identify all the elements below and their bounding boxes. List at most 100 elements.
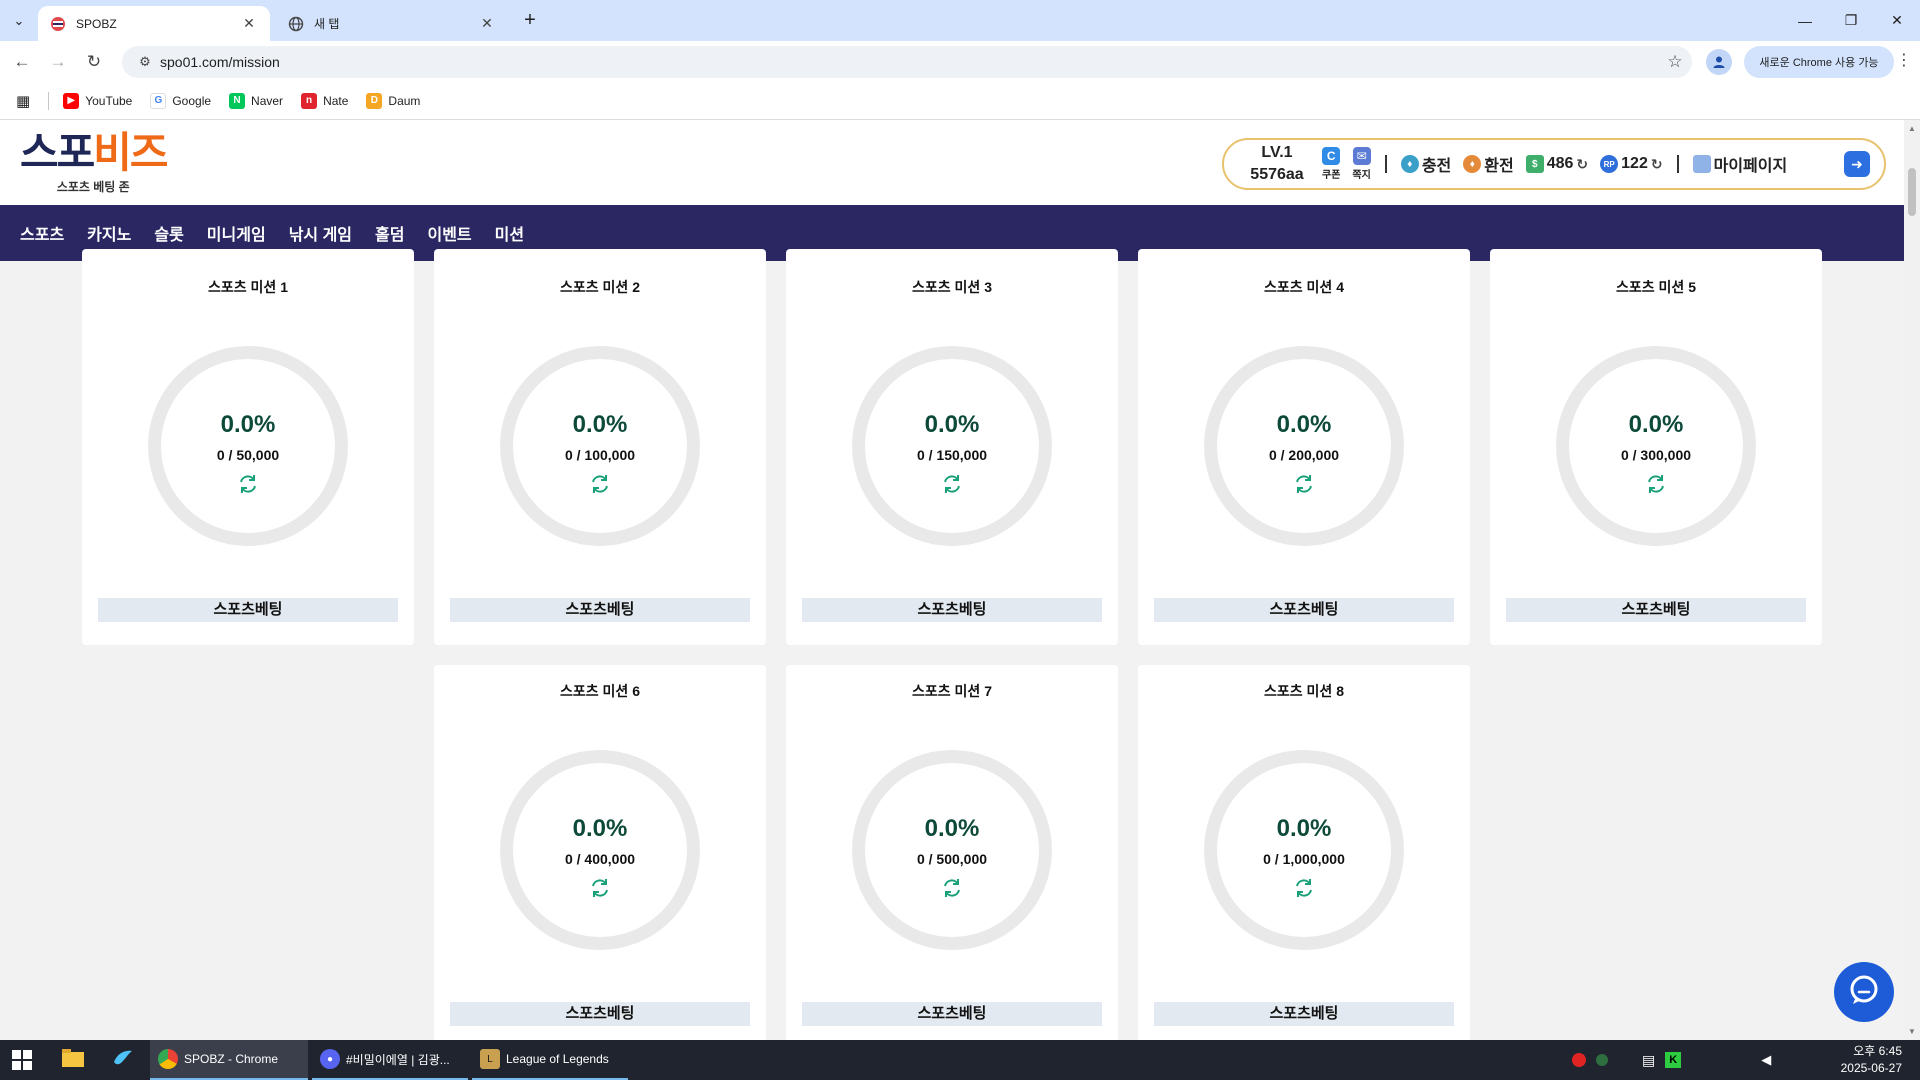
nav-item-holdem[interactable]: 홀덤 xyxy=(375,221,404,245)
bookmark-naver[interactable]: N Naver xyxy=(229,92,283,109)
windows-start-icon[interactable] xyxy=(12,1050,32,1073)
taskbar-item-label: SPOBZ - Chrome xyxy=(184,1052,279,1066)
refresh-icon[interactable] xyxy=(161,473,335,495)
logout-icon[interactable]: ➜ xyxy=(1844,151,1870,177)
progress-percent: 0.0% xyxy=(220,411,276,438)
discord-icon: ● xyxy=(320,1049,340,1069)
coupon-icon: C xyxy=(1322,147,1341,165)
kakao-icon[interactable]: K xyxy=(1665,1052,1682,1068)
mypage-link[interactable]: 마이페이지 xyxy=(1692,152,1787,176)
volume-icon[interactable]: ◀ xyxy=(1761,1052,1771,1068)
nav-item-minigame[interactable]: 미니게임 xyxy=(207,221,266,245)
globe-icon xyxy=(288,16,304,32)
tab-title: 새 탭 xyxy=(314,17,340,31)
bird-app-icon[interactable] xyxy=(110,1045,136,1071)
taskbar-item-lol[interactable]: L League of Legends xyxy=(472,1040,628,1080)
scroll-down-icon[interactable]: ▼ xyxy=(1908,1027,1916,1036)
nav-item-fishing[interactable]: 낚시 게임 xyxy=(289,221,352,245)
youtube-icon: ▶ xyxy=(63,92,80,109)
bookmark-label: YouTube xyxy=(85,93,133,108)
taskbar-item-label: #비밀이에열 | 김광... xyxy=(346,1052,450,1067)
minimize-icon[interactable]: — xyxy=(1782,0,1828,41)
site-logo[interactable]: 스포비즈 스포츠 베팅 존 xyxy=(20,130,169,195)
progress-ring: 0.0% 0 / 100,000 xyxy=(500,346,700,546)
deposit-link[interactable]: ♦ 충전 xyxy=(1400,152,1451,176)
bookmark-label: Nate xyxy=(323,93,349,108)
chrome-menu-icon[interactable]: ⋮ xyxy=(1896,50,1912,70)
file-explorer-icon[interactable] xyxy=(60,1045,86,1071)
restore-icon[interactable]: ❐ xyxy=(1828,0,1874,41)
bookmark-google[interactable]: G Google xyxy=(150,92,212,109)
bookmark-daum[interactable]: D Daum xyxy=(366,92,420,109)
forward-icon[interactable]: → xyxy=(45,49,71,75)
new-tab-button[interactable]: + xyxy=(518,8,542,32)
tab-spobz[interactable]: SPOBZ ✕ xyxy=(38,6,270,41)
chevron-down-icon: ⌄ xyxy=(13,13,25,28)
system-tray: ▤ K ◀ xyxy=(1572,1040,1771,1080)
progress-amount: 0 / 200,000 xyxy=(1268,447,1340,463)
mission-card: 스포츠 미션 8 0.0% 0 / 1,000,000 스포츠베팅 xyxy=(1138,665,1470,1040)
back-icon[interactable]: ← xyxy=(9,49,35,75)
league-icon: L xyxy=(480,1049,500,1069)
withdraw-link[interactable]: ♦ 환전 xyxy=(1463,152,1514,176)
refresh-icon[interactable] xyxy=(1217,473,1391,495)
record-icon[interactable] xyxy=(1572,1053,1586,1067)
progress-percent: 0.0% xyxy=(1276,411,1332,438)
nav-item-sports[interactable]: 스포츠 xyxy=(20,221,64,245)
progress-ring: 0.0% 0 / 1,000,000 xyxy=(1204,750,1404,950)
refresh-icon[interactable] xyxy=(513,877,687,899)
close-tab-icon[interactable]: ✕ xyxy=(478,15,496,33)
mission-card: 스포츠 미션 7 0.0% 0 / 500,000 스포츠베팅 xyxy=(786,665,1118,1040)
nav-item-event[interactable]: 이벤트 xyxy=(427,221,471,245)
progress-percent: 0.0% xyxy=(1276,815,1332,842)
bookmark-youtube[interactable]: ▶ YouTube xyxy=(63,92,133,109)
tray-app-icon[interactable] xyxy=(1596,1054,1608,1066)
refresh-money-icon[interactable]: ↻ xyxy=(1576,156,1588,173)
apps-grid-icon[interactable]: ▦ xyxy=(16,92,30,110)
daum-icon: D xyxy=(366,92,383,109)
clock-time: 오후 6:45 xyxy=(1853,1044,1902,1058)
username: 5576aa xyxy=(1250,166,1304,183)
progress-percent: 0.0% xyxy=(572,815,628,842)
coupon-link[interactable]: C 쿠폰 xyxy=(1322,147,1340,181)
message-link[interactable]: ✉ 쪽지 xyxy=(1352,147,1371,181)
scroll-thumb[interactable] xyxy=(1908,168,1916,216)
bookmark-nate[interactable]: n Nate xyxy=(301,92,349,109)
mission-category-tag: 스포츠베팅 xyxy=(450,598,750,622)
new-chrome-available-button[interactable]: 새로운 Chrome 사용 가능 xyxy=(1744,46,1894,78)
tab-strip: ⌄ SPOBZ ✕ 새 탭 ✕ + — ❐ ✕ xyxy=(0,0,1920,41)
address-bar[interactable]: ⚙ spo01.com/mission ☆ xyxy=(122,46,1692,78)
taskbar-item-discord[interactable]: ● #비밀이에열 | 김광... xyxy=(312,1040,468,1080)
refresh-points-icon[interactable]: ↻ xyxy=(1651,156,1663,173)
points-badge-icon: RP xyxy=(1600,155,1619,173)
taskbar-item-chrome[interactable]: SPOBZ - Chrome xyxy=(150,1040,308,1080)
bookmark-star-icon[interactable]: ☆ xyxy=(1658,52,1692,72)
network-icon[interactable]: ▤ xyxy=(1642,1052,1655,1069)
system-clock[interactable]: 오후 6:45 2025-06-27 xyxy=(1841,1043,1902,1077)
tab-search-button[interactable]: ⌄ xyxy=(6,8,32,34)
nav-item-mission[interactable]: 미션 xyxy=(495,221,524,245)
reload-icon[interactable]: ↻ xyxy=(81,49,107,75)
nav-item-casino[interactable]: 카지노 xyxy=(87,221,131,245)
close-window-icon[interactable]: ✕ xyxy=(1874,0,1920,41)
refresh-icon[interactable] xyxy=(865,877,1039,899)
chat-button[interactable] xyxy=(1834,962,1894,1022)
progress-ring: 0.0% 0 / 400,000 xyxy=(500,750,700,950)
bookmark-label: Google xyxy=(172,93,212,108)
site-info-icon[interactable]: ⚙ xyxy=(130,54,160,70)
close-tab-icon[interactable]: ✕ xyxy=(240,15,258,33)
page-scrollbar[interactable]: ▲ ▼ xyxy=(1904,120,1920,1040)
user-level-block: LV.1 5576aa xyxy=(1244,142,1310,186)
cash-icon: $ xyxy=(1525,155,1544,173)
refresh-icon[interactable] xyxy=(1217,877,1391,899)
refresh-icon[interactable] xyxy=(1569,473,1743,495)
tab-new-tab[interactable]: 새 탭 ✕ xyxy=(276,6,508,41)
mission-category-tag: 스포츠베팅 xyxy=(450,1002,750,1026)
nav-item-slot[interactable]: 슬롯 xyxy=(154,221,183,245)
coupon-label: 쿠폰 xyxy=(1322,170,1341,181)
scroll-up-icon[interactable]: ▲ xyxy=(1908,124,1916,133)
profile-avatar-icon[interactable] xyxy=(1706,49,1732,75)
refresh-icon[interactable] xyxy=(865,473,1039,495)
mission-card: 스포츠 미션 3 0.0% 0 / 150,000 스포츠베팅 xyxy=(786,249,1118,645)
refresh-icon[interactable] xyxy=(513,473,687,495)
